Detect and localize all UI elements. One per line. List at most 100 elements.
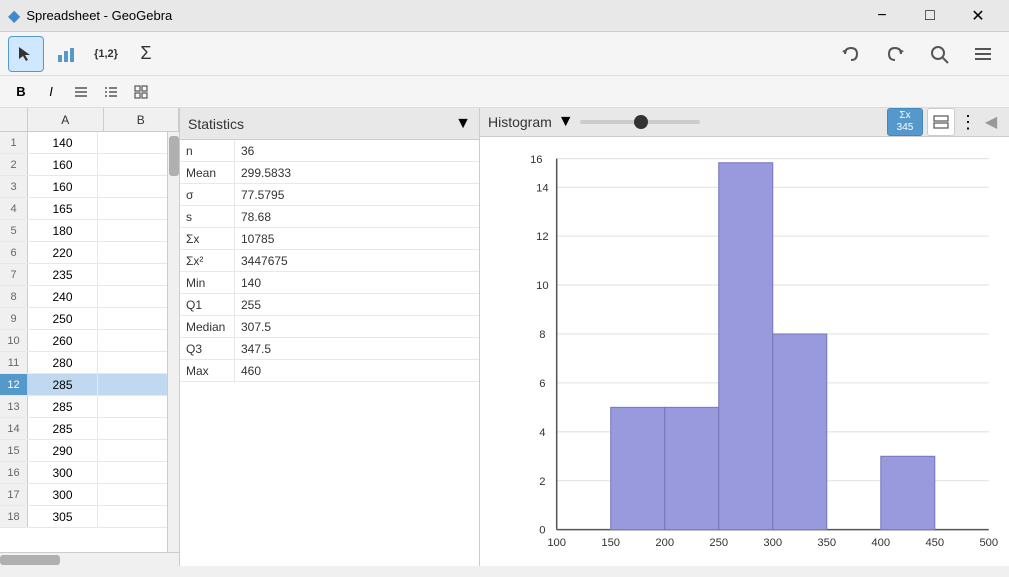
bold-button[interactable]: B: [8, 80, 34, 104]
cell-b[interactable]: [98, 154, 167, 175]
cell-b[interactable]: [98, 396, 167, 417]
row-number: 9: [0, 308, 28, 329]
cell-b[interactable]: [98, 330, 167, 351]
grid-button[interactable]: [128, 80, 154, 104]
table-row[interactable]: 3160: [0, 176, 167, 198]
table-row[interactable]: 9250: [0, 308, 167, 330]
cell-b[interactable]: [98, 198, 167, 219]
sigma-stats-button[interactable]: Σx345: [887, 108, 923, 136]
cell-a[interactable]: 180: [28, 220, 98, 241]
cell-a[interactable]: 290: [28, 440, 98, 461]
maximize-button[interactable]: □: [907, 0, 953, 32]
table-row[interactable]: 8240: [0, 286, 167, 308]
cell-a[interactable]: 280: [28, 352, 98, 373]
stats-label: Mean: [180, 162, 235, 183]
sigma-tool-button[interactable]: Σ: [128, 36, 164, 72]
redo-button[interactable]: [877, 36, 913, 72]
cell-b[interactable]: [98, 374, 167, 395]
histogram-toolbar: Histogram ▼ Σx345 ⋮ ◀: [480, 108, 1009, 137]
col-header-b: B: [104, 108, 180, 131]
scrollbar-thumb[interactable]: [169, 136, 179, 176]
table-row[interactable]: 17300: [0, 484, 167, 506]
stats-value: 299.5833: [235, 162, 479, 183]
bar-chart-tool-button[interactable]: [48, 36, 84, 72]
cell-a[interactable]: 240: [28, 286, 98, 307]
list-item: s78.68: [180, 206, 479, 228]
table-row[interactable]: 7235: [0, 264, 167, 286]
cell-a[interactable]: 165: [28, 198, 98, 219]
italic-button[interactable]: I: [38, 80, 64, 104]
more-options-button[interactable]: ⋮: [959, 112, 977, 133]
cell-a[interactable]: 160: [28, 176, 98, 197]
histogram-panel: Histogram ▼ Σx345 ⋮ ◀ 0 2: [480, 108, 1009, 566]
menu-button[interactable]: [965, 36, 1001, 72]
table-row[interactable]: 6220: [0, 242, 167, 264]
cell-b[interactable]: [98, 418, 167, 439]
align-button[interactable]: [68, 80, 94, 104]
collapse-button[interactable]: ◀: [981, 108, 1001, 136]
cell-b[interactable]: [98, 352, 167, 373]
histogram-svg: 0 2 4 6 8 10 12 14 16: [520, 147, 999, 547]
table-row[interactable]: 16300: [0, 462, 167, 484]
hscroll-thumb[interactable]: [0, 555, 60, 565]
table-row[interactable]: 11280: [0, 352, 167, 374]
cell-b[interactable]: [98, 176, 167, 197]
cell-b[interactable]: [98, 132, 167, 153]
table-row[interactable]: 2160: [0, 154, 167, 176]
layout-toggle-button[interactable]: [927, 108, 955, 136]
number-tool-button[interactable]: {1,2}: [88, 36, 124, 72]
stats-value: 140: [235, 272, 479, 293]
table-row[interactable]: 4165: [0, 198, 167, 220]
cell-a[interactable]: 285: [28, 418, 98, 439]
table-row[interactable]: 18305: [0, 506, 167, 528]
table-row[interactable]: 1140: [0, 132, 167, 154]
close-button[interactable]: ✕: [955, 0, 1001, 32]
table-row[interactable]: 5180: [0, 220, 167, 242]
stats-value: 3447675: [235, 250, 479, 271]
cell-b[interactable]: [98, 286, 167, 307]
cell-a[interactable]: 260: [28, 330, 98, 351]
stats-dropdown-icon[interactable]: ▼: [455, 115, 471, 133]
table-row[interactable]: 15290: [0, 440, 167, 462]
cell-b[interactable]: [98, 462, 167, 483]
cell-a[interactable]: 300: [28, 462, 98, 483]
cell-a[interactable]: 220: [28, 242, 98, 263]
cell-a[interactable]: 160: [28, 154, 98, 175]
table-row[interactable]: 10260: [0, 330, 167, 352]
titlebar-left: ◆ Spreadsheet - GeoGebra: [8, 6, 172, 26]
histogram-dropdown-icon[interactable]: ▼: [558, 113, 574, 131]
cell-a[interactable]: 300: [28, 484, 98, 505]
cell-a[interactable]: 235: [28, 264, 98, 285]
bottom-scroll-area: [0, 552, 179, 566]
search-button[interactable]: [921, 36, 957, 72]
titlebar-controls: − □ ✕: [859, 0, 1001, 32]
cell-b[interactable]: [98, 440, 167, 461]
cell-b[interactable]: [98, 242, 167, 263]
list-button[interactable]: [98, 80, 124, 104]
minimize-button[interactable]: −: [859, 0, 905, 32]
cell-b[interactable]: [98, 264, 167, 285]
table-row[interactable]: 13285: [0, 396, 167, 418]
horizontal-scrollbar[interactable]: [0, 553, 179, 566]
undo-button[interactable]: [833, 36, 869, 72]
vertical-scrollbar[interactable]: [167, 132, 179, 552]
table-row[interactable]: 12285: [0, 374, 167, 396]
cell-a[interactable]: 250: [28, 308, 98, 329]
toolbar-right: [833, 36, 1001, 72]
row-number: 14: [0, 418, 28, 439]
cell-a[interactable]: 305: [28, 506, 98, 527]
cursor-tool-button[interactable]: [8, 36, 44, 72]
bar-300-350: [773, 334, 827, 530]
cell-a[interactable]: 285: [28, 374, 98, 395]
cell-a[interactable]: 140: [28, 132, 98, 153]
table-row[interactable]: 14285: [0, 418, 167, 440]
cell-b[interactable]: [98, 506, 167, 527]
column-headers: A B: [0, 108, 179, 132]
cell-b[interactable]: [98, 220, 167, 241]
slider-thumb[interactable]: [634, 115, 648, 129]
cell-b[interactable]: [98, 484, 167, 505]
list-item: σ77.5795: [180, 184, 479, 206]
row-number: 6: [0, 242, 28, 263]
cell-a[interactable]: 285: [28, 396, 98, 417]
cell-b[interactable]: [98, 308, 167, 329]
